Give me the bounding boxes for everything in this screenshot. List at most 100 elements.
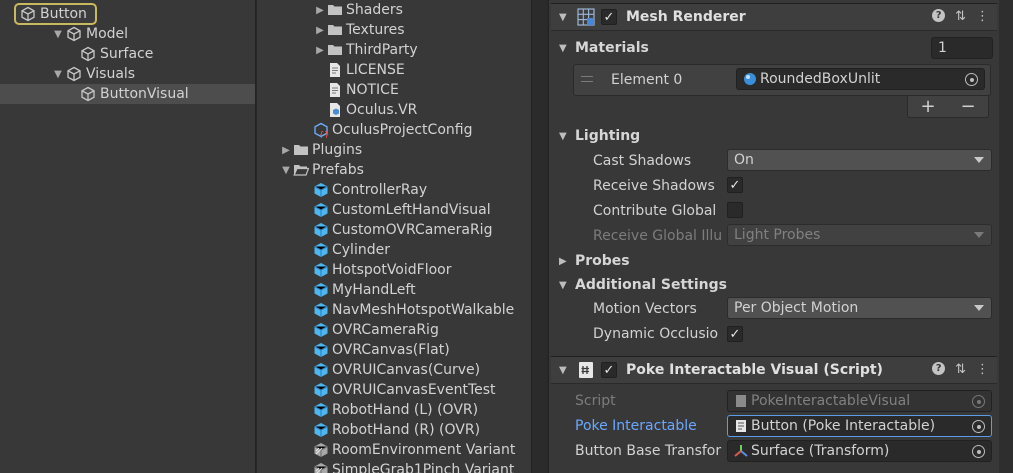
lighting-label: Lighting bbox=[575, 128, 641, 144]
project-item[interactable]: OVRUICanvas(Curve) bbox=[299, 360, 480, 380]
project-item[interactable]: RoomEnvironment Variant bbox=[299, 440, 515, 460]
project-item[interactable]: HotspotVoidFloor bbox=[299, 260, 451, 280]
presets-icon[interactable]: ⇅ bbox=[955, 362, 966, 377]
project-item-label: OVRUICanvas(Curve) bbox=[332, 362, 481, 378]
project-item[interactable]: Oculus.VR bbox=[313, 100, 417, 120]
project-item[interactable]: CustomLeftHandVisual bbox=[299, 200, 491, 220]
object-picker-icon[interactable] bbox=[965, 73, 978, 86]
project-item-label: OVRCameraRig bbox=[332, 322, 439, 338]
contribute-global-label: Contribute Global bbox=[593, 203, 717, 219]
project-item[interactable]: RobotHand (L) (OVR) bbox=[299, 400, 478, 420]
fold-arrow-icon[interactable]: ▼ bbox=[559, 365, 575, 376]
element-0-label: Element 0 bbox=[611, 72, 683, 88]
script-value: PokeInteractableVisual bbox=[751, 393, 911, 409]
mesh-renderer-enabled-checkbox[interactable]: ✓ bbox=[601, 9, 617, 25]
expand-arrow-icon[interactable]: ▼ bbox=[279, 165, 293, 176]
script-icon bbox=[579, 362, 593, 378]
hierarchy-item[interactable]: ▼ Visuals bbox=[0, 64, 255, 84]
project-item-label: HotspotVoidFloor bbox=[332, 262, 452, 278]
kebab-menu-icon[interactable]: ⋮ bbox=[976, 362, 989, 377]
project-item-label: Plugins bbox=[312, 142, 363, 158]
hierarchy-item[interactable]: Surface bbox=[0, 44, 255, 64]
fold-arrow-icon: ▼ bbox=[559, 42, 567, 54]
fold-arrow-icon[interactable]: ▼ bbox=[559, 12, 575, 23]
cast-shadows-dropdown[interactable]: On bbox=[727, 149, 992, 171]
chevron-down-icon bbox=[974, 305, 984, 311]
materials-count-field[interactable]: 1 bbox=[931, 37, 993, 59]
project-item[interactable]: NavMeshHotspotWalkable bbox=[299, 300, 514, 320]
hierarchy-item[interactable]: ButtonVisual bbox=[0, 84, 255, 104]
receive-shadows-checkbox[interactable]: ✓ bbox=[727, 177, 743, 193]
add-element-button[interactable]: + bbox=[920, 96, 935, 117]
object-picker-icon[interactable] bbox=[972, 420, 985, 433]
poke-visual-header[interactable]: ▼ ✓ Poke Interactable Visual (Script) ? … bbox=[551, 356, 997, 384]
help-icon[interactable]: ? bbox=[932, 362, 946, 375]
contribute-global-checkbox[interactable] bbox=[727, 202, 743, 218]
folder-icon bbox=[327, 42, 343, 58]
project-item[interactable]: OVRCameraRig bbox=[299, 320, 439, 340]
poke-visual-enabled-checkbox[interactable]: ✓ bbox=[601, 362, 617, 378]
lighting-foldout[interactable]: ▼ Lighting bbox=[559, 125, 640, 147]
prefab-variant-icon bbox=[313, 462, 329, 473]
additional-settings-foldout[interactable]: ▼ Additional Settings bbox=[559, 274, 727, 296]
mesh-renderer-header[interactable]: ▼ ✓ Mesh Renderer ? ⇅ ⋮ bbox=[551, 3, 997, 31]
expand-arrow-icon[interactable]: ▼ bbox=[52, 29, 64, 40]
project-item[interactable]: CustomOVRCameraRig bbox=[299, 220, 492, 240]
project-item[interactable]: {} OculusProjectConfig bbox=[299, 120, 472, 140]
project-item[interactable]: OVRUICanvasEventTest bbox=[299, 380, 496, 400]
hierarchy-item-label: Surface bbox=[100, 46, 154, 62]
remove-element-button[interactable]: − bbox=[960, 96, 975, 117]
project-item[interactable]: NOTICE bbox=[313, 80, 399, 100]
hierarchy-item[interactable]: Button bbox=[0, 3, 255, 25]
project-item[interactable]: ▶ Shaders bbox=[313, 0, 403, 20]
expand-arrow-icon[interactable]: ▶ bbox=[313, 25, 327, 36]
project-item[interactable]: ▼ Prefabs bbox=[279, 160, 364, 180]
project-panel: ▶ Shaders ▶ Textures ▶ ThirdParty LICENSE NOTIC… bbox=[257, 0, 547, 473]
kebab-menu-icon[interactable]: ⋮ bbox=[976, 9, 989, 24]
button-base-transform-field[interactable]: Surface (Transform) bbox=[727, 440, 992, 462]
element-0-material-field[interactable]: RoundedBoxUnlit bbox=[736, 68, 985, 90]
poke-visual-header-icons: ? ⇅ ⋮ bbox=[932, 362, 989, 377]
project-item[interactable]: MyHandLeft bbox=[299, 280, 416, 300]
prefab-icon bbox=[313, 222, 329, 238]
expand-arrow-icon[interactable]: ▶ bbox=[313, 45, 327, 56]
project-item[interactable]: OVRCanvas(Flat) bbox=[299, 340, 450, 360]
presets-icon[interactable]: ⇅ bbox=[955, 9, 966, 24]
probes-label: Probes bbox=[575, 253, 630, 269]
materials-foldout[interactable]: ▼ Materials bbox=[559, 37, 649, 59]
help-icon[interactable]: ? bbox=[932, 9, 946, 22]
inspector-scrollbar[interactable] bbox=[999, 0, 1013, 473]
poke-interactable-field[interactable]: Button (Poke Interactable) bbox=[727, 415, 992, 437]
gameobject-cube-icon bbox=[21, 6, 35, 22]
receive-global-illumination-value: Light Probes bbox=[734, 227, 821, 243]
svg-text:{}: {} bbox=[319, 130, 329, 138]
fold-arrow-icon: ▼ bbox=[559, 130, 567, 142]
probes-foldout[interactable]: ▶ Probes bbox=[559, 250, 630, 272]
transform-icon bbox=[734, 445, 748, 457]
project-item[interactable]: ControllerRay bbox=[299, 180, 427, 200]
drag-handle-icon[interactable] bbox=[581, 76, 593, 82]
project-item-label: Oculus.VR bbox=[346, 102, 418, 118]
project-scrollbar[interactable] bbox=[531, 0, 547, 473]
project-item[interactable]: Cylinder bbox=[299, 240, 390, 260]
project-item[interactable]: ▶ ThirdParty bbox=[313, 40, 418, 60]
motion-vectors-dropdown[interactable]: Per Object Motion bbox=[727, 297, 992, 319]
prefab-icon bbox=[313, 242, 329, 258]
expand-arrow-icon[interactable]: ▼ bbox=[52, 69, 64, 80]
project-item[interactable]: LICENSE bbox=[313, 60, 405, 80]
poke-visual-title: Poke Interactable Visual (Script) bbox=[626, 362, 883, 378]
project-item[interactable]: SimpleGrab1Pinch Variant bbox=[299, 460, 514, 473]
project-item[interactable]: RobotHand (R) (OVR) bbox=[299, 420, 480, 440]
materials-label: Materials bbox=[575, 40, 649, 56]
dynamic-occlusion-checkbox[interactable]: ✓ bbox=[727, 326, 743, 342]
project-item-label: OVRCanvas(Flat) bbox=[332, 342, 450, 358]
expand-arrow-icon[interactable]: ▶ bbox=[279, 145, 293, 156]
prefab-icon bbox=[313, 342, 329, 358]
object-picker-icon[interactable] bbox=[972, 445, 985, 458]
expand-arrow-icon[interactable]: ▶ bbox=[313, 5, 327, 16]
receive-global-illumination-label: Receive Global Illu bbox=[593, 228, 723, 244]
project-item[interactable]: ▶ Plugins bbox=[279, 140, 362, 160]
hierarchy-item[interactable]: ▼ Model bbox=[0, 24, 255, 44]
project-item[interactable]: ▶ Textures bbox=[313, 20, 404, 40]
mesh-renderer-title: Mesh Renderer bbox=[626, 9, 746, 25]
